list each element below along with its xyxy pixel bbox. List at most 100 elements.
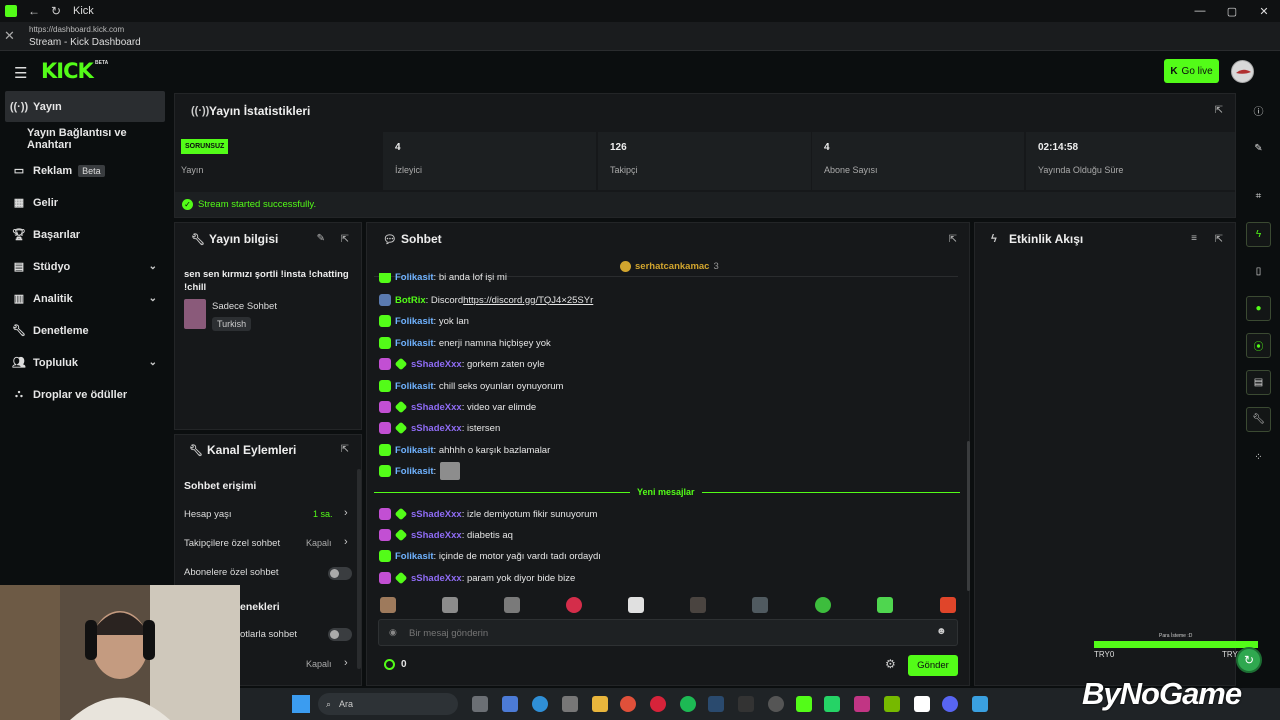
chat-scrollbar[interactable] xyxy=(967,441,970,591)
minimize-button[interactable]: — xyxy=(1184,5,1216,18)
gear-icon[interactable]: ⚙ xyxy=(885,657,896,671)
widgets-icon[interactable] xyxy=(502,696,518,712)
chat-username[interactable]: sShadeXxx xyxy=(411,359,462,370)
back-icon[interactable]: ← xyxy=(23,4,45,18)
popout-icon[interactable]: ⇱ xyxy=(949,234,957,245)
avatar[interactable] xyxy=(1231,60,1254,83)
discord-icon[interactable] xyxy=(942,696,958,712)
chat-username[interactable]: Folikasit xyxy=(395,316,434,327)
popout-icon[interactable]: ⇱ xyxy=(1215,234,1223,245)
chrome-icon[interactable] xyxy=(620,696,636,712)
chat-username[interactable]: Folikasit xyxy=(395,551,434,562)
taskview-icon[interactable] xyxy=(472,696,488,712)
info-icon[interactable]: ⓘ xyxy=(1246,98,1271,123)
broadcast-icon[interactable]: ⦿ xyxy=(1246,333,1271,358)
epic-icon[interactable] xyxy=(738,696,754,712)
chat-link[interactable]: https://discord.gg/TQJ4×25SYr xyxy=(463,295,593,306)
steam-icon[interactable] xyxy=(708,696,724,712)
chat-username[interactable]: sShadeXxx xyxy=(411,573,462,584)
whatsapp-icon[interactable] xyxy=(824,696,840,712)
edit-icon[interactable]: ✎ xyxy=(317,233,325,244)
emote-icon[interactable] xyxy=(442,597,458,613)
popout-icon[interactable]: ⇱ xyxy=(1215,105,1223,116)
followers-only-value[interactable]: Kapalı xyxy=(306,538,332,548)
chat-input-box[interactable]: ◉ ☻ xyxy=(378,619,958,646)
subs-only-toggle[interactable] xyxy=(328,567,352,580)
layout-icon[interactable]: ▤ xyxy=(1246,370,1271,395)
sidebar-item-gelir[interactable]: ▦ Gelir xyxy=(5,187,165,218)
sidebar-item-studyo[interactable]: ▤ Stüdyo ⌄ xyxy=(5,251,165,282)
instagram-icon[interactable] xyxy=(854,696,870,712)
sidebar-item-basarilar[interactable]: 🏆︎ Başarılar xyxy=(5,219,165,250)
emote-only-toggle[interactable] xyxy=(328,628,352,641)
chat-username[interactable]: sShadeXxx xyxy=(411,423,462,434)
send-button[interactable]: Gönder xyxy=(908,655,958,676)
pencil-icon[interactable]: ✎ xyxy=(1246,136,1271,161)
kick-logo[interactable]: KICK xyxy=(41,59,94,83)
emote-icon[interactable] xyxy=(380,597,396,613)
sidebar-item-analitik[interactable]: ▥ Analitik ⌄ xyxy=(5,283,165,314)
nvidia-icon[interactable] xyxy=(884,696,900,712)
menu-icon[interactable]: ☰ xyxy=(14,64,27,82)
chat-username[interactable]: sShadeXxx xyxy=(411,509,462,520)
opera-icon[interactable] xyxy=(650,696,666,712)
spotify-icon[interactable] xyxy=(680,696,696,712)
lightning-icon[interactable]: ϟ xyxy=(1246,222,1271,247)
screenshot-icon[interactable]: ⌗ xyxy=(1246,184,1271,209)
chat-username[interactable]: Folikasit xyxy=(395,273,434,283)
chat-username[interactable]: sShadeXxx xyxy=(411,530,462,541)
refresh-icon[interactable]: ↻ xyxy=(45,4,67,18)
maximize-button[interactable]: ▢ xyxy=(1216,5,1248,18)
kick-taskbar-icon[interactable] xyxy=(796,696,812,712)
wrench-icon[interactable]: 🔧︎ xyxy=(1246,407,1271,432)
emote-icon[interactable] xyxy=(877,597,893,613)
emote-icon[interactable] xyxy=(628,597,644,613)
option-value[interactable]: Kapalı xyxy=(306,659,332,669)
sidebar-item-yayin[interactable]: ((·)) Yayın xyxy=(5,91,165,122)
account-age-value[interactable]: 1 sa. xyxy=(313,509,333,519)
sidebar-item-stream-key[interactable]: Yayın Bağlantısı ve Anahtarı xyxy=(5,123,165,154)
emote-icon[interactable] xyxy=(940,597,956,613)
emote-icon[interactable] xyxy=(815,597,831,613)
folder-icon[interactable] xyxy=(592,696,608,712)
community-icon[interactable]: ⁘ xyxy=(1246,445,1271,470)
chevron-right-icon[interactable]: › xyxy=(344,536,348,548)
chat-username[interactable]: Folikasit xyxy=(395,381,434,392)
close-icon[interactable]: ✕ xyxy=(4,28,15,44)
sidebar-item-topluluk[interactable]: 👥︎ Topluluk ⌄ xyxy=(5,347,165,378)
chat-username[interactable]: Folikasit xyxy=(395,445,434,456)
go-live-button[interactable]: K Go live xyxy=(1164,59,1219,83)
popout-icon[interactable]: ⇱ xyxy=(341,234,349,245)
close-button[interactable]: ✕ xyxy=(1248,5,1280,18)
windows-start-icon[interactable] xyxy=(292,695,310,713)
category-name[interactable]: Sadece Sohbet xyxy=(212,301,277,312)
sidebar-item-droplar[interactable]: ⛬ Droplar ve ödüller xyxy=(5,379,165,410)
refresh-icon[interactable]: ↻ xyxy=(1236,647,1262,673)
scrollbar[interactable] xyxy=(357,469,361,669)
url-text[interactable]: https://dashboard.kick.com xyxy=(29,25,124,34)
filter-icon[interactable]: ≡ xyxy=(1191,233,1197,244)
chevron-right-icon[interactable]: › xyxy=(344,507,348,519)
emote-icon[interactable] xyxy=(752,597,768,613)
app-icon[interactable] xyxy=(972,696,988,712)
sidebar-item-reklam[interactable]: ▭ Reklam Beta xyxy=(5,155,165,186)
sidebar-item-denetleme[interactable]: 🔧︎ Denetleme xyxy=(5,315,165,346)
pinned-user[interactable]: serhatcankamac 3 xyxy=(620,261,719,272)
edge-icon[interactable] xyxy=(532,696,548,712)
store-icon[interactable] xyxy=(562,696,578,712)
g-app-icon[interactable] xyxy=(914,696,930,712)
chat-input[interactable] xyxy=(409,625,929,641)
chat-bubble-icon[interactable]: ● xyxy=(1246,296,1271,321)
document-icon[interactable]: ▯ xyxy=(1246,259,1271,284)
chat-username[interactable]: Folikasit xyxy=(395,338,434,349)
emote-icon[interactable] xyxy=(690,597,706,613)
taskbar-search[interactable]: ⌕ Ara xyxy=(318,693,458,715)
emoji-icon[interactable]: ☻ xyxy=(936,626,947,637)
chevron-right-icon[interactable]: › xyxy=(344,657,348,669)
chat-username[interactable]: BotRix xyxy=(395,295,426,306)
chat-username[interactable]: sShadeXxx xyxy=(411,402,462,413)
popout-icon[interactable]: ⇱ xyxy=(341,444,349,455)
obs-icon[interactable] xyxy=(768,696,784,712)
emote-icon[interactable] xyxy=(504,597,520,613)
emote-icon[interactable] xyxy=(566,597,582,613)
